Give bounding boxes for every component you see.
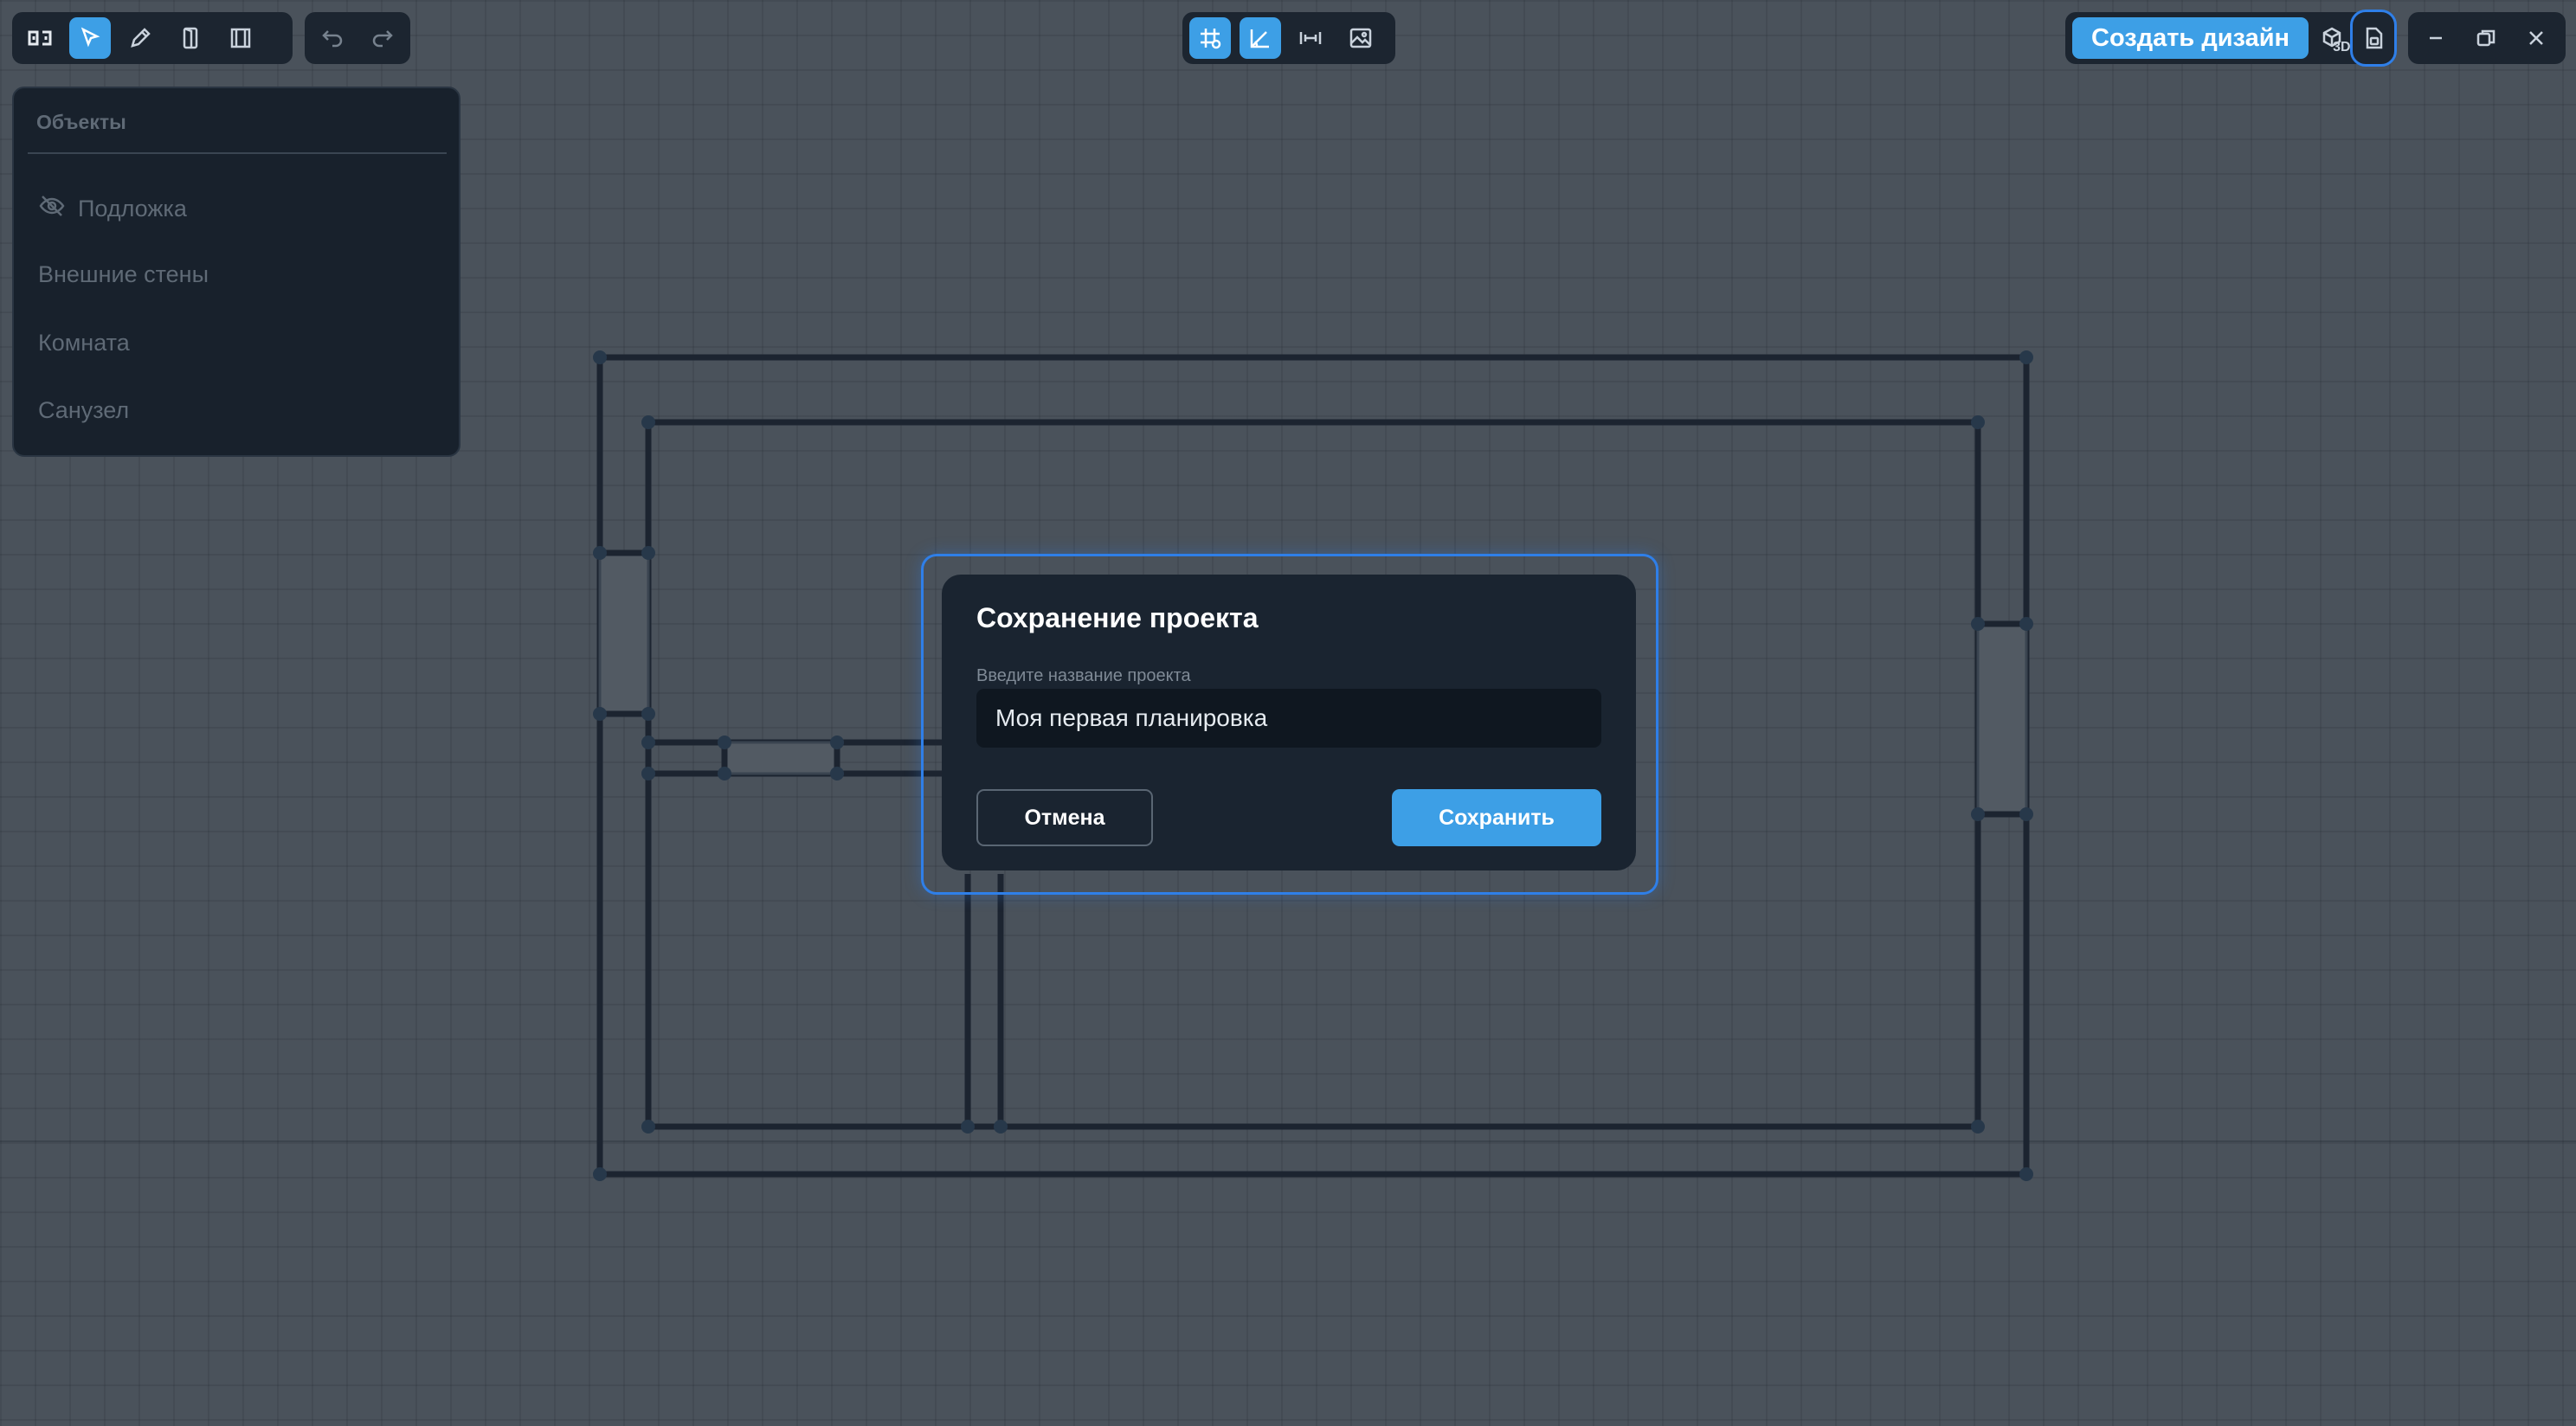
object-item-label: Подложка (78, 196, 187, 222)
window-icon[interactable] (220, 17, 261, 59)
save-project-dialog: Сохранение проекта Введите название прое… (942, 575, 1636, 870)
dimensions-icon[interactable] (1290, 17, 1331, 59)
tools-toolbar (12, 12, 293, 64)
create-design-button[interactable]: Создать дизайн (2072, 17, 2309, 59)
select-arrow-icon[interactable] (69, 17, 111, 59)
object-item-room[interactable]: Комната (38, 330, 130, 356)
pencil-icon[interactable] (119, 17, 161, 59)
minimize-icon[interactable] (2415, 17, 2457, 59)
window-opening (598, 551, 650, 716)
view-3d-icon[interactable]: 3D (2317, 17, 2351, 59)
objects-panel-title: Объекты (36, 111, 126, 133)
angle-snap-icon[interactable] (1240, 17, 1281, 59)
objects-panel: Объекты Подложка Внешние стены Комната С… (12, 87, 460, 457)
object-item-bathroom[interactable]: Санузел (38, 397, 129, 424)
dialog-title: Сохранение проекта (976, 602, 1259, 633)
project-name-input[interactable] (976, 689, 1601, 748)
project-name-label: Введите название проекта (976, 666, 1191, 685)
view-3d-badge: 3D (2333, 40, 2351, 55)
grid-snap-icon[interactable] (1189, 17, 1231, 59)
object-item-underlay[interactable]: Подложка (38, 192, 187, 226)
door-opening (723, 741, 839, 775)
window-controls (2408, 12, 2566, 64)
object-item-label: Комната (38, 330, 130, 356)
object-item-label: Внешние стены (38, 261, 209, 287)
object-item-outer-walls[interactable]: Внешние стены (38, 261, 209, 288)
redo-icon[interactable] (362, 17, 403, 59)
door-icon[interactable] (170, 17, 211, 59)
window-opening (1976, 622, 2028, 816)
object-item-label: Санузел (38, 397, 130, 423)
close-icon[interactable] (2515, 17, 2557, 59)
undo-icon[interactable] (312, 17, 353, 59)
history-toolbar (305, 12, 410, 64)
logo-icon[interactable] (19, 17, 61, 59)
restore-icon[interactable] (2465, 17, 2507, 59)
snap-toolbar (1182, 12, 1395, 64)
eye-off-icon[interactable] (38, 192, 66, 226)
save-button[interactable]: Сохранить (1392, 789, 1601, 846)
save-file-icon[interactable] (2349, 10, 2398, 67)
project-toolbar: Создать дизайн 3D (2065, 10, 2398, 67)
divider (28, 152, 447, 154)
cancel-button[interactable]: Отмена (976, 789, 1153, 846)
image-icon[interactable] (1340, 17, 1381, 59)
